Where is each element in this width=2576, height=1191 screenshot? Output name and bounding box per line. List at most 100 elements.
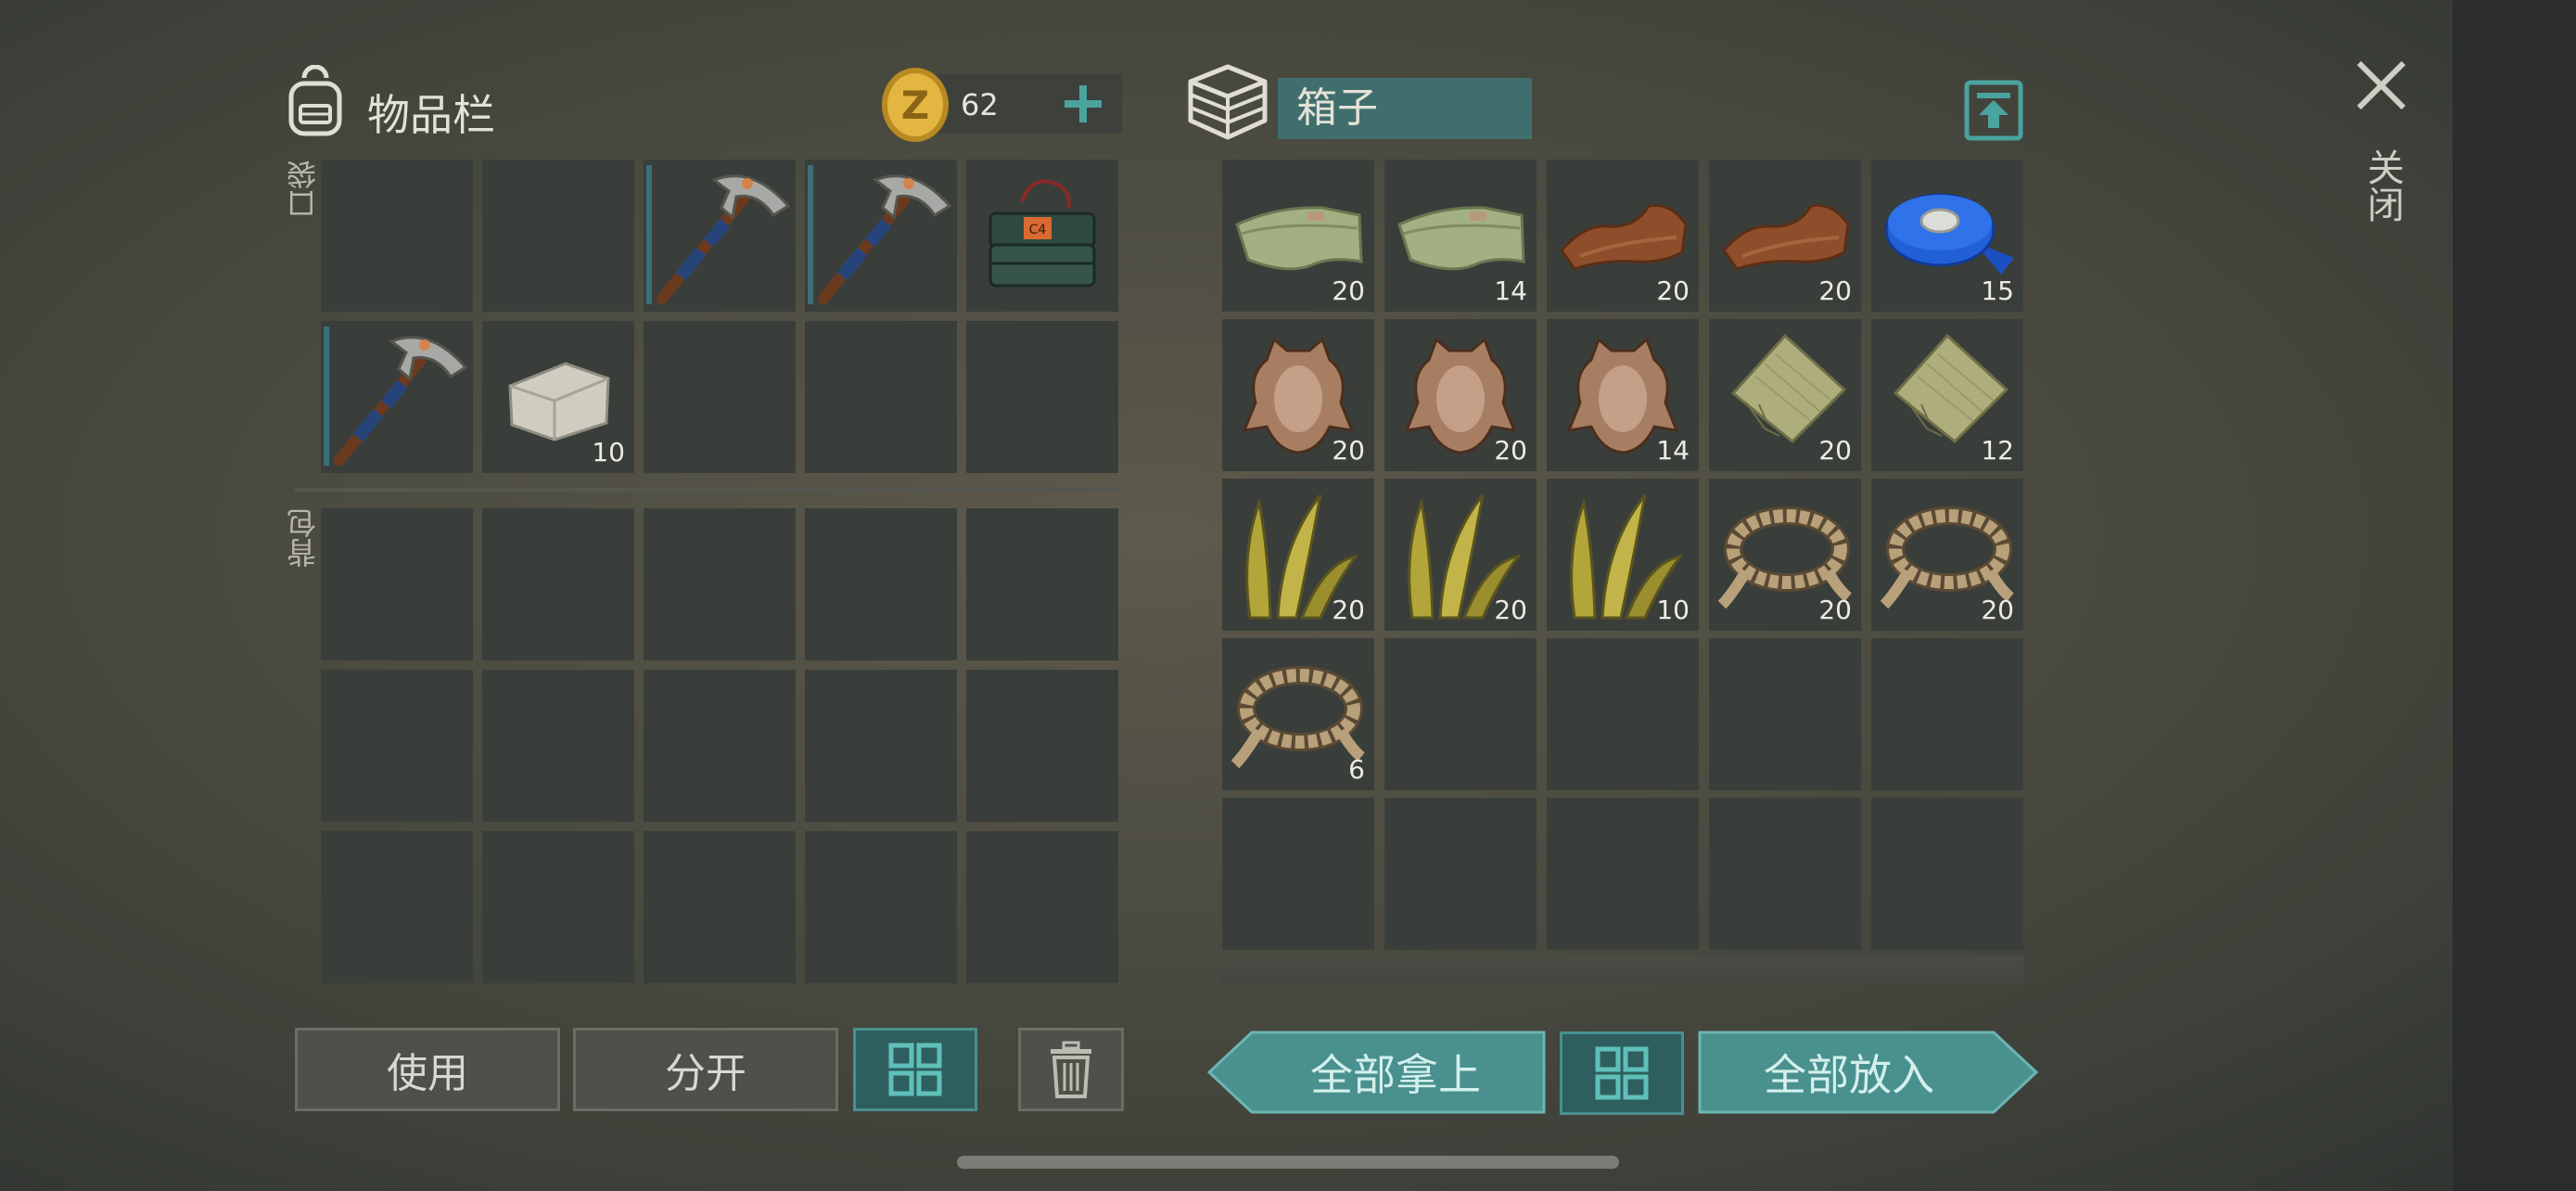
- close-icon: [2356, 60, 2406, 110]
- pocket-slot[interactable]: C4: [966, 160, 1118, 312]
- chest-slot[interactable]: 20: [1222, 479, 1374, 631]
- close-label[interactable]: 关闭: [2355, 148, 2409, 223]
- take-all-button[interactable]: 全部拿上: [1207, 1030, 1547, 1115]
- inventory-sort-button[interactable]: [853, 1028, 977, 1111]
- item-count: 15: [1981, 275, 2014, 306]
- trash-icon: [1051, 1041, 1091, 1098]
- chest-slot[interactable]: 10: [1547, 479, 1699, 631]
- pocket-slot[interactable]: [805, 160, 957, 312]
- item-count: 10: [592, 437, 625, 467]
- chest-slot[interactable]: 20: [1384, 479, 1537, 631]
- chest-title-field[interactable]: 箱子: [1278, 78, 1532, 139]
- chest-slot[interactable]: 12: [1871, 319, 2023, 471]
- chest-slot[interactable]: 20: [1709, 319, 1861, 471]
- pickaxe-icon: [805, 160, 957, 312]
- chest-slot[interactable]: 20: [1384, 319, 1537, 471]
- item-count: 20: [1332, 275, 1365, 306]
- chest-slot[interactable]: [1547, 798, 1699, 950]
- pickaxe-icon: [321, 321, 473, 473]
- use-button[interactable]: 使用: [295, 1028, 560, 1111]
- backpack-slot[interactable]: [805, 670, 957, 822]
- upload-icon[interactable]: [1964, 80, 2023, 141]
- backpack-slot[interactable]: [644, 508, 796, 660]
- backpack-slot[interactable]: [805, 831, 957, 983]
- split-button[interactable]: 分开: [573, 1028, 838, 1111]
- backpack-slot[interactable]: [321, 831, 473, 983]
- chest-slot[interactable]: 14: [1547, 319, 1699, 471]
- item-count: 12: [1981, 435, 2014, 466]
- backpack-slot[interactable]: [644, 831, 796, 983]
- chest-slot[interactable]: 15: [1871, 160, 2023, 312]
- item-count: 10: [1656, 595, 1690, 625]
- item-count: 20: [1656, 275, 1690, 306]
- chest-slot[interactable]: 20: [1222, 319, 1374, 471]
- item-count: 14: [1494, 275, 1527, 306]
- coin-icon: Z: [878, 65, 952, 145]
- chest-slot[interactable]: 20: [1222, 160, 1374, 312]
- right-edge-panel: [2453, 0, 2576, 1191]
- backpack-slot[interactable]: [321, 508, 473, 660]
- backpack-slot[interactable]: [482, 831, 634, 983]
- backpack-slot[interactable]: [482, 670, 634, 822]
- add-coins-button[interactable]: [1059, 80, 1107, 128]
- chest-slot[interactable]: [1547, 638, 1699, 790]
- chest-slot[interactable]: [1384, 798, 1537, 950]
- chest-title: 箱子: [1296, 84, 1378, 132]
- pocket-slot[interactable]: [805, 321, 957, 473]
- chest-slot[interactable]: [1384, 638, 1537, 790]
- backpack-slot[interactable]: [805, 508, 957, 660]
- backpack-slot[interactable]: [482, 508, 634, 660]
- chest-slot[interactable]: [1709, 638, 1861, 790]
- backpack-slot[interactable]: [966, 508, 1118, 660]
- coin-count: 62: [961, 87, 999, 122]
- backpack-slot[interactable]: [966, 831, 1118, 983]
- home-indicator[interactable]: [957, 1156, 1619, 1169]
- trash-button[interactable]: [1018, 1028, 1124, 1111]
- pocket-slot[interactable]: [321, 321, 473, 473]
- chest-slot[interactable]: [1871, 638, 2023, 790]
- backpack-slot[interactable]: [644, 670, 796, 822]
- backpack-label: 背包: [286, 508, 321, 568]
- item-count: 20: [1818, 595, 1852, 625]
- pocket-slot[interactable]: [966, 321, 1118, 473]
- chest-icon: [1183, 59, 1272, 143]
- chest-slot[interactable]: [1709, 798, 1861, 950]
- item-count: 20: [1332, 435, 1365, 466]
- pockets-label: 口袋: [286, 160, 321, 219]
- chest-sort-button[interactable]: [1560, 1031, 1684, 1115]
- chest-slot[interactable]: 14: [1384, 160, 1537, 312]
- chest-slot[interactable]: 20: [1709, 479, 1861, 631]
- item-count: 20: [1981, 595, 2014, 625]
- pocket-slot[interactable]: [644, 160, 796, 312]
- item-count: 20: [1818, 435, 1852, 466]
- chest-slot[interactable]: 6: [1222, 638, 1374, 790]
- pocket-slot[interactable]: 10: [482, 321, 634, 473]
- chest-slot[interactable]: 20: [1547, 160, 1699, 312]
- put-all-button[interactable]: 全部放入: [1697, 1030, 2038, 1115]
- put-all-label: 全部放入: [1764, 1050, 1934, 1100]
- chest-slot[interactable]: [1222, 798, 1374, 950]
- chest-slot[interactable]: 20: [1709, 160, 1861, 312]
- pickaxe-icon: [644, 160, 796, 312]
- split-label: 分开: [665, 1050, 746, 1097]
- backpack-slot[interactable]: [966, 670, 1118, 822]
- svg-text:C4: C4: [1029, 223, 1047, 237]
- backpack-slot[interactable]: [321, 670, 473, 822]
- item-count: 14: [1656, 435, 1690, 466]
- chest-scroll-fade: [1220, 955, 2023, 983]
- inventory-title: 物品栏: [367, 90, 495, 140]
- grid-icon: [888, 1043, 942, 1096]
- pocket-slot[interactable]: [482, 160, 634, 312]
- item-count: 20: [1818, 275, 1852, 306]
- close-button[interactable]: [2353, 58, 2409, 113]
- item-count: 6: [1348, 754, 1365, 785]
- item-count: 20: [1494, 435, 1527, 466]
- pocket-slot[interactable]: [321, 160, 473, 312]
- item-count: 20: [1332, 595, 1365, 625]
- chest-slot[interactable]: [1871, 798, 2023, 950]
- backpack-icon: [278, 64, 352, 139]
- pocket-slot[interactable]: [644, 321, 796, 473]
- chest-slot[interactable]: 20: [1871, 479, 2023, 631]
- item-count: 20: [1494, 595, 1527, 625]
- take-all-label: 全部拿上: [1310, 1050, 1481, 1100]
